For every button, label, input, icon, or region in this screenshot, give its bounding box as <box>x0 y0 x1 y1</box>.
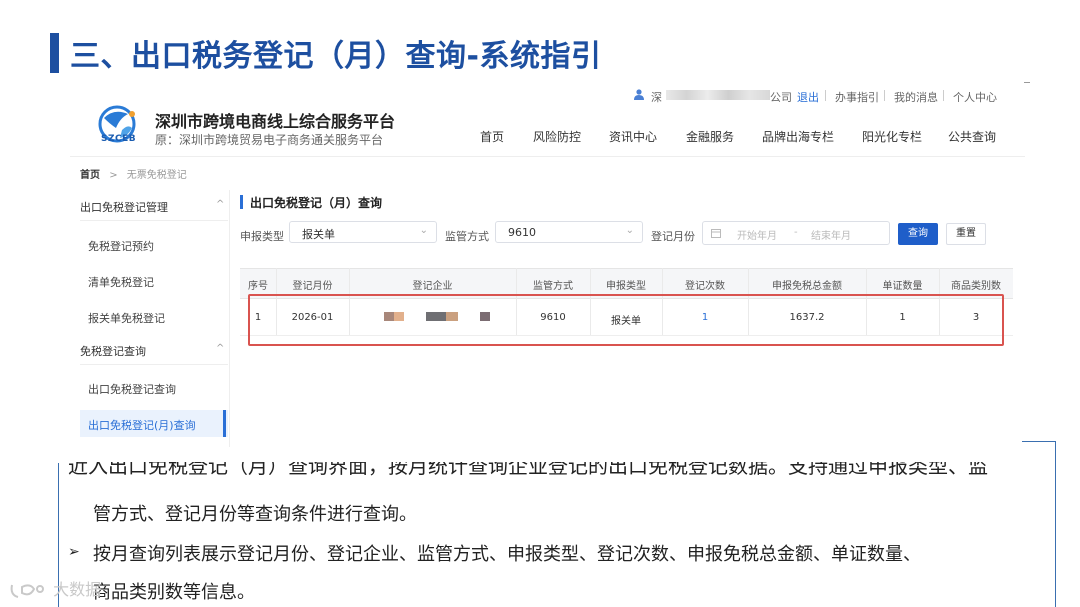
watermark-text: 大数据 <box>53 580 102 599</box>
supervise-label: 监管方式 <box>445 230 489 243</box>
month-range-sep: - <box>794 227 798 238</box>
month-range-picker[interactable]: 开始年月 - 结束年月 <box>702 221 890 245</box>
declare-type-select[interactable]: 报关单 ⌄ <box>289 221 437 243</box>
supervise-value: 9610 <box>508 226 536 239</box>
sidebar-divider <box>80 364 228 365</box>
month-start-placeholder: 开始年月 <box>737 231 777 242</box>
breadcrumb-current: 无票免税登记 <box>126 170 187 181</box>
supervise-select[interactable]: 9610 ⌄ <box>495 221 643 243</box>
col-index: 序号 <box>248 281 268 292</box>
sidebar-item-customs-registration[interactable]: 报关单免税登记 <box>88 310 165 326</box>
watermark-logo-icon <box>10 583 44 598</box>
sidebar-item-monthly-query[interactable]: 出口免税登记(月)查询 <box>88 417 196 433</box>
masked-company-name <box>666 90 770 100</box>
link-separator <box>884 90 885 101</box>
col-count: 登记次数 <box>685 281 725 292</box>
content-title: 出口免税登记（月）查询 <box>250 196 383 210</box>
frame-top-line <box>1022 441 1056 442</box>
bullet-arrow-icon: ➢ <box>68 544 80 560</box>
link-separator <box>825 90 826 101</box>
nav-sunshine[interactable]: 阳光化专栏 <box>862 128 922 145</box>
col-company: 登记企业 <box>412 281 453 292</box>
calendar-icon <box>711 229 721 238</box>
nav-finance[interactable]: 金融服务 <box>686 128 734 145</box>
logo-text: SZCEB <box>101 134 137 144</box>
link-separator <box>943 90 944 101</box>
guide-link[interactable]: 办事指引 <box>835 89 879 105</box>
nav-home[interactable]: 首页 <box>480 128 504 145</box>
corner-mark <box>1024 82 1030 83</box>
chevron-down-icon: ⌄ <box>419 225 428 236</box>
col-amount: 申报免税总金额 <box>772 281 842 292</box>
query-button[interactable]: 查询 <box>898 223 938 245</box>
frame-right-line <box>1055 441 1056 607</box>
sidebar-divider <box>80 220 228 221</box>
col-supervise: 监管方式 <box>533 281 573 292</box>
watermark: 大数据 <box>8 576 101 601</box>
chevron-down-icon: ⌄ <box>625 225 634 236</box>
sidebar-border <box>229 190 230 447</box>
declare-type-value: 报关单 <box>302 228 335 241</box>
chevron-up-icon[interactable]: ^ <box>216 343 224 354</box>
col-docs: 单证数量 <box>882 281 923 292</box>
breadcrumb-sep: > <box>109 170 118 181</box>
month-end-placeholder: 结束年月 <box>811 231 851 242</box>
bullet-2-line-2: 商品类别数等信息。 <box>93 582 255 603</box>
user-icon <box>634 89 644 100</box>
user-company-prefix: 深 <box>651 91 662 104</box>
sidebar-item-export-query[interactable]: 出口免税登记查询 <box>88 381 176 397</box>
sidebar-active-indicator <box>223 410 226 437</box>
nav-news[interactable]: 资讯中心 <box>609 128 657 145</box>
bullet-1-line-1: 近入出口免税登记（月）查询界面，按月统计查询企业登记的出口免税登记数据。支持通过… <box>68 462 988 476</box>
col-categories: 商品类别数 <box>951 281 1001 292</box>
breadcrumb-home[interactable]: 首页 <box>80 170 100 181</box>
sidebar-group-registration[interactable]: 出口免税登记管理 <box>80 199 168 215</box>
breadcrumb: 首页 > 无票免税登记 <box>80 166 187 181</box>
nav-brand[interactable]: 品牌出海专栏 <box>762 128 834 145</box>
highlight-box <box>248 294 1004 346</box>
month-label: 登记月份 <box>651 230 695 243</box>
col-declare-type: 申报类型 <box>606 281 646 292</box>
chevron-up-icon[interactable]: ^ <box>216 199 224 210</box>
site-subtitle: 原：深圳市跨境贸易电子商务通关服务平台 <box>155 133 384 147</box>
sidebar-item-list-registration[interactable]: 清单免税登记 <box>88 274 154 290</box>
nav-public-query[interactable]: 公共查询 <box>948 128 996 145</box>
bullet-1-line-2: 管方式、登记月份等查询条件进行查询。 <box>93 504 417 525</box>
messages-link[interactable]: 我的消息 <box>894 89 938 105</box>
reset-button[interactable]: 重置 <box>946 223 986 245</box>
sidebar-item-appointment[interactable]: 免税登记预约 <box>88 238 154 254</box>
declare-type-label: 申报类型 <box>240 230 284 243</box>
user-center-link[interactable]: 个人中心 <box>953 89 997 105</box>
logout-link[interactable]: 退出 <box>797 89 819 105</box>
content-title-marker <box>240 195 243 209</box>
bullet-2-line-1: 按月查询列表展示登记月份、登记企业、监管方式、申报类型、登记次数、申报免税总金额… <box>93 544 921 565</box>
header-divider <box>70 156 1025 157</box>
user-company-suffix: 公司 <box>770 91 792 104</box>
nav-risk[interactable]: 风险防控 <box>533 128 581 145</box>
col-month: 登记月份 <box>292 281 333 292</box>
slide-title: 三、出口税务登记（月）查询-系统指引 <box>70 39 602 74</box>
title-accent-bar <box>50 33 59 73</box>
sidebar-group-query[interactable]: 免税登记查询 <box>80 343 146 359</box>
site-title: 深圳市跨境电商线上综合服务平台 <box>155 112 396 131</box>
